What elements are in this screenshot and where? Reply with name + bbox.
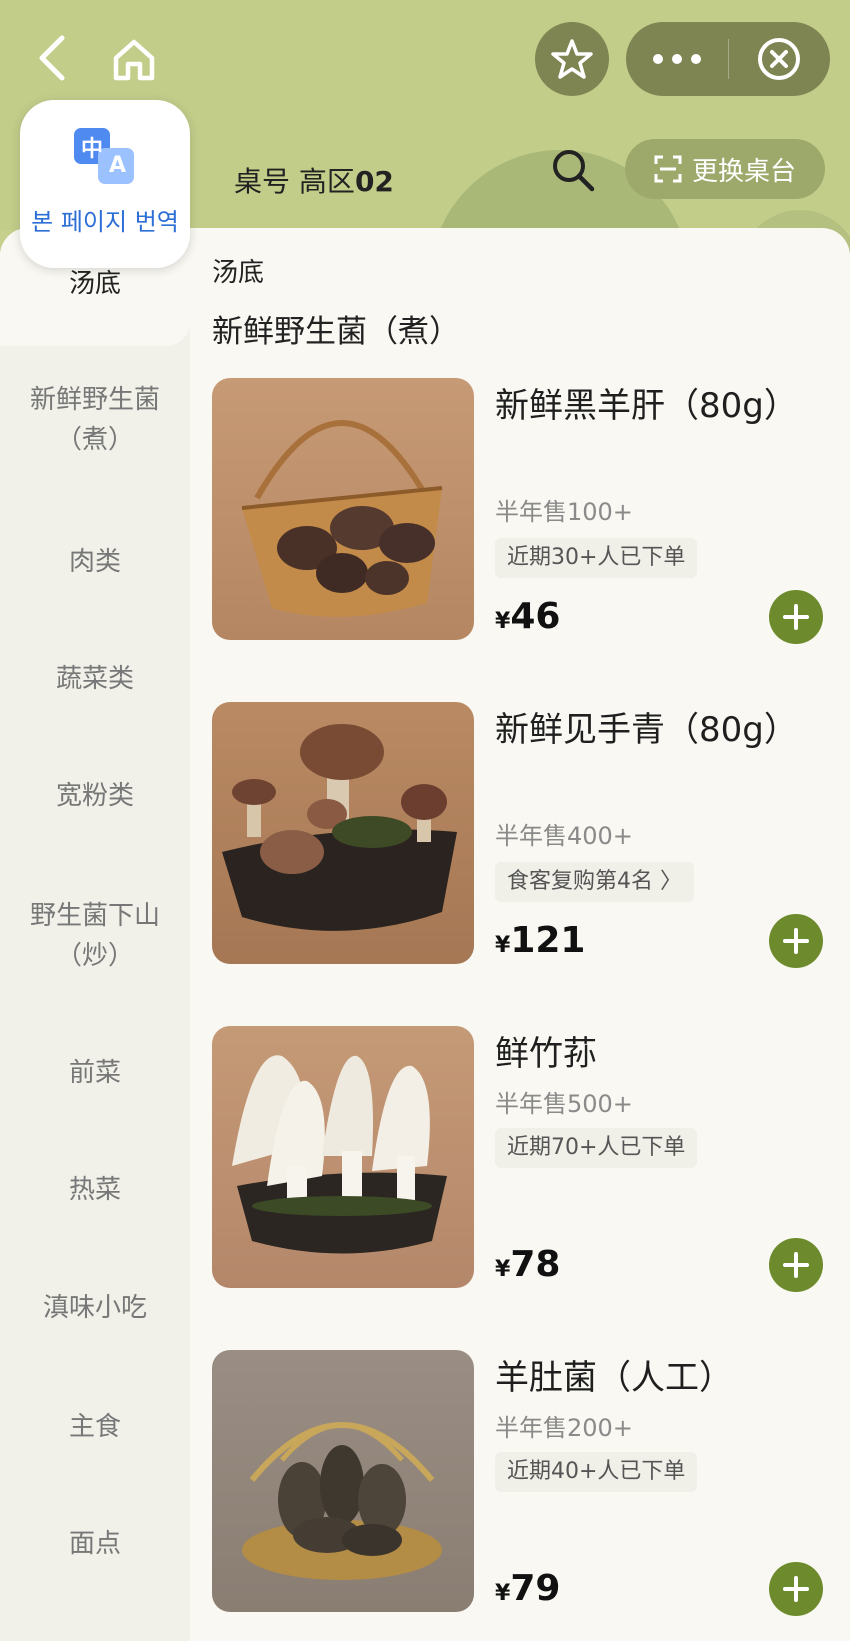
product-price: ¥46 <box>495 596 560 637</box>
sidebar-item-meat[interactable]: 肉类 <box>0 542 190 582</box>
product-card[interactable]: 新鲜黑羊肝（80g） 半年售100+ 近期30+人已下单 ¥46 <box>212 378 832 644</box>
product-sales: 半年售100+ <box>495 498 633 526</box>
add-to-cart-button[interactable] <box>769 1562 823 1616</box>
translate-label: 본 페이지 번역 <box>31 208 179 236</box>
product-card[interactable]: 羊肚菌（人工） 半年售200+ 近期40+人已下单 ¥79 <box>212 1350 832 1616</box>
price-value: 79 <box>510 1568 561 1609</box>
translate-icon: 中 A <box>72 126 138 188</box>
price-currency: ¥ <box>495 609 511 634</box>
previous-section-title: 汤底 <box>212 258 265 288</box>
sidebar-item-staple-food[interactable]: 主食 <box>0 1407 190 1447</box>
product-card[interactable]: 新鲜见手青（80g） 半年售400+ 食客复购第4名 〉 ¥121 <box>212 702 832 968</box>
sidebar-item-wide-noodles[interactable]: 宽粉类 <box>0 776 190 816</box>
product-tag[interactable]: 食客复购第4名 〉 <box>495 862 694 902</box>
add-to-cart-button[interactable] <box>769 1238 823 1292</box>
sidebar-item-yunnan-snacks[interactable]: 滇味小吃 <box>0 1288 190 1328</box>
product-image <box>212 1350 474 1612</box>
sidebar-item-hot-dishes[interactable]: 热菜 <box>0 1170 190 1210</box>
back-icon[interactable] <box>28 34 76 82</box>
sidebar-item-wild-mushroom-fried[interactable]: 野生菌下山（炒） <box>0 896 190 976</box>
sidebar-item-pastries[interactable]: 面点 <box>0 1524 190 1564</box>
product-image <box>212 378 474 640</box>
price-value: 78 <box>510 1244 561 1285</box>
product-tag: 近期40+人已下单 <box>495 1452 698 1492</box>
more-icon <box>653 54 701 64</box>
product-image <box>212 702 474 964</box>
translate-logo-top: 中 <box>81 137 104 162</box>
section-title: 新鲜野生菌（煮） <box>212 314 460 350</box>
sidebar-item-soup-base[interactable]: 汤底 <box>0 264 190 304</box>
product-name: 新鲜黑羊肝（80g） <box>495 386 798 426</box>
change-table-button[interactable]: 更换桌台 <box>625 139 825 199</box>
product-sales: 半年售200+ <box>495 1414 633 1442</box>
product-card[interactable]: 鲜竹荪 半年售500+ 近期70+人已下单 ¥78 <box>212 1026 832 1292</box>
product-name: 羊肚菌（人工） <box>495 1358 733 1398</box>
product-name: 新鲜见手青（80g） <box>495 710 798 750</box>
search-icon[interactable] <box>548 146 598 196</box>
product-price: ¥79 <box>495 1568 560 1609</box>
translate-page-button[interactable]: 中 A 본 페이지 번역 <box>20 100 190 268</box>
change-table-label: 更换桌台 <box>691 156 796 187</box>
add-to-cart-button[interactable] <box>769 914 823 968</box>
product-sales: 半年售400+ <box>495 822 633 850</box>
product-price: ¥121 <box>495 920 585 961</box>
category-sidebar: 汤底 新鲜野生菌（煮） 肉类 蔬菜类 宽粉类 野生菌下山（炒） 前菜 热菜 滇味… <box>0 228 190 1641</box>
mini-program-capsule <box>626 22 830 96</box>
scan-icon <box>654 155 682 183</box>
plus-icon <box>783 1252 809 1278</box>
sidebar-item-appetizers[interactable]: 前菜 <box>0 1053 190 1093</box>
favorite-button[interactable] <box>535 22 609 96</box>
table-prefix: 桌号 <box>234 165 291 198</box>
home-icon[interactable] <box>108 34 160 86</box>
add-to-cart-button[interactable] <box>769 590 823 644</box>
product-tag: 近期30+人已下单 <box>495 538 698 578</box>
price-currency: ¥ <box>495 933 511 958</box>
price-currency: ¥ <box>495 1581 511 1606</box>
translate-logo-bottom: A <box>109 153 127 178</box>
sidebar-item-wild-mushroom-boiled[interactable]: 新鲜野生菌（煮） <box>0 380 190 460</box>
table-area: 高区 <box>298 165 355 198</box>
plus-icon <box>783 928 809 954</box>
product-image <box>212 1026 474 1288</box>
table-number: 桌号 高区02 <box>234 160 394 200</box>
star-icon <box>551 39 593 79</box>
product-sales: 半年售500+ <box>495 1090 633 1118</box>
plus-icon <box>783 604 809 630</box>
close-button[interactable] <box>729 22 829 96</box>
close-icon <box>758 38 800 80</box>
more-button[interactable] <box>626 22 728 96</box>
plus-icon <box>783 1576 809 1602</box>
menu-panel: 汤底 新鲜野生菌（煮） 肉类 蔬菜类 宽粉类 野生菌下山（炒） 前菜 热菜 滇味… <box>0 228 850 1641</box>
product-price: ¥78 <box>495 1244 560 1285</box>
product-tag: 近期70+人已下单 <box>495 1128 698 1168</box>
price-currency: ¥ <box>495 1257 511 1282</box>
sidebar-item-vegetables[interactable]: 蔬菜类 <box>0 659 190 699</box>
price-value: 121 <box>510 920 586 961</box>
table-number-value: 02 <box>354 165 394 198</box>
price-value: 46 <box>510 596 561 637</box>
product-name: 鲜竹荪 <box>495 1034 597 1074</box>
